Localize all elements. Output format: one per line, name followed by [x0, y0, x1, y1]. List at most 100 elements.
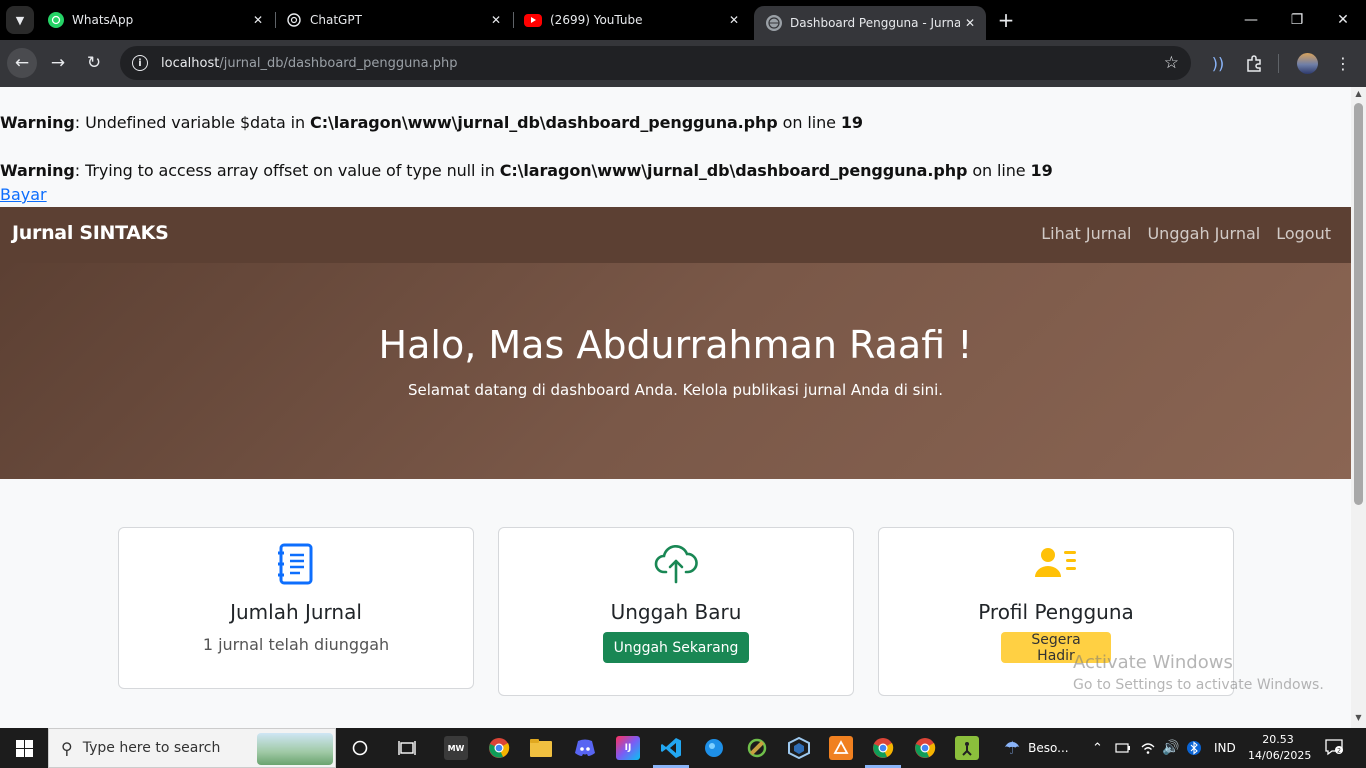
restore-button[interactable]: ❐: [1274, 0, 1320, 40]
warning-line-number: 19: [840, 113, 863, 132]
warning-message: : Undefined variable $data in: [74, 113, 311, 132]
green-figure-app-icon[interactable]: [955, 736, 979, 760]
browser-toolbar: ← → ↻ i localhost/jurnal_db/dashboard_pe…: [0, 40, 1366, 87]
chatgpt-icon: [286, 12, 302, 28]
chrome-icon[interactable]: [487, 736, 511, 760]
hero-title: Halo, Mas Abdurrahman Raafi !: [378, 323, 973, 367]
cast-icon[interactable]: )): [1207, 52, 1229, 74]
cortana-icon[interactable]: [348, 736, 372, 760]
search-icon: ⚲: [61, 738, 73, 758]
profile-avatar[interactable]: [1297, 53, 1318, 74]
tab-search-button[interactable]: ▼: [6, 6, 34, 34]
warning-path: C:\laragon\www\jurnal_db\dashboard_pengg…: [499, 161, 968, 180]
warning-on-line: on line: [967, 161, 1031, 180]
site-info-icon[interactable]: i: [132, 55, 148, 71]
tab-dashboard[interactable]: Dashboard Pengguna - Jurnal S ✕: [754, 6, 986, 40]
card-title: Jumlah Jurnal: [230, 600, 362, 624]
bluetooth-icon[interactable]: [1187, 728, 1201, 768]
card-jumlah-jurnal: Jumlah Jurnal 1 jurnal telah diunggah: [118, 527, 474, 689]
virtualbox-icon[interactable]: [787, 736, 811, 760]
site-navbar: Jurnal SINTAKS Lihat Jurnal Unggah Jurna…: [0, 207, 1351, 263]
warning-path: C:\laragon\www\jurnal_db\dashboard_pengg…: [310, 113, 778, 132]
tab-chatgpt[interactable]: ChatGPT ✕: [274, 0, 512, 40]
activate-windows-title: Activate Windows: [1073, 652, 1233, 673]
windows-logo-icon: [15, 739, 33, 757]
nav-link-logout[interactable]: Logout: [1276, 224, 1331, 243]
battery-icon[interactable]: [1115, 728, 1131, 768]
tab-title: ChatGPT: [310, 13, 362, 27]
page-scrollbar[interactable]: ▲ ▼: [1351, 87, 1366, 728]
warning-on-line: on line: [777, 113, 841, 132]
url-text[interactable]: localhost/jurnal_db/dashboard_pengguna.p…: [161, 56, 458, 71]
windows-taskbar: ⚲ Type here to search MW IJ ☂ Beso... ⌃ …: [0, 728, 1366, 768]
svg-text:2: 2: [1337, 748, 1341, 755]
mw-app-icon[interactable]: MW: [444, 736, 468, 760]
extensions-icon[interactable]: [1243, 52, 1265, 74]
blue-app-icon[interactable]: [702, 736, 726, 760]
task-view-icon[interactable]: [395, 736, 419, 760]
reload-button[interactable]: ↻: [79, 48, 109, 78]
cloud-upload-icon: [499, 542, 853, 586]
taskbar-clock[interactable]: 20.53 14/06/2025: [1248, 732, 1312, 764]
url-host: localhost: [161, 55, 220, 71]
wifi-icon[interactable]: [1140, 728, 1156, 768]
windows-start-button[interactable]: [0, 728, 48, 768]
card-title: Unggah Baru: [610, 600, 742, 624]
close-icon[interactable]: ✕: [960, 16, 980, 30]
navbar-brand[interactable]: Jurnal SINTAKS: [12, 222, 169, 244]
warning-label: Warning: [0, 161, 75, 180]
show-hidden-icons-button[interactable]: ⌃: [1092, 728, 1103, 768]
umbrella-icon: ☂: [1004, 737, 1021, 759]
close-icon[interactable]: ✕: [248, 13, 268, 27]
close-icon[interactable]: ✕: [486, 13, 506, 27]
php-warning-1: Warning: Undefined variable $data in C:\…: [0, 113, 863, 132]
card-subtitle: 1 jurnal telah diunggah: [202, 635, 390, 654]
forward-button[interactable]: →: [43, 48, 73, 78]
card-title: Profil Pengguna: [978, 600, 1134, 624]
url-path: /jurnal_db/dashboard_pengguna.php: [219, 55, 458, 71]
scrollbar-thumb[interactable]: [1354, 103, 1363, 505]
language-indicator[interactable]: IND: [1214, 728, 1236, 768]
weather-widget[interactable]: ☂ Beso...: [1004, 728, 1069, 768]
window-close-button[interactable]: ✕: [1320, 0, 1366, 40]
tab-title: WhatsApp: [72, 13, 134, 27]
vscode-icon[interactable]: [659, 736, 683, 760]
file-explorer-icon[interactable]: [529, 736, 553, 760]
warning-message: : Trying to access array offset on value…: [74, 161, 500, 180]
user-profile-icon: [879, 542, 1233, 586]
notification-center-icon[interactable]: 2: [1324, 738, 1344, 758]
scroll-down-arrow[interactable]: ▼: [1354, 713, 1363, 722]
warning-label: Warning: [0, 113, 75, 132]
activate-windows-subtitle: Go to Settings to activate Windows.: [1073, 677, 1324, 693]
chrome-profile-icon[interactable]: [871, 736, 895, 760]
bayar-link[interactable]: Bayar: [0, 185, 47, 204]
minimize-button[interactable]: —: [1228, 0, 1274, 40]
nav-link-unggah-jurnal[interactable]: Unggah Jurnal: [1147, 224, 1260, 243]
green-tool-icon[interactable]: [745, 736, 769, 760]
menu-kebab-icon[interactable]: ⋮: [1332, 52, 1354, 74]
orange-app-icon[interactable]: [829, 736, 853, 760]
chrome-secondary-icon[interactable]: [913, 736, 937, 760]
whatsapp-icon: [48, 12, 64, 28]
new-tab-button[interactable]: +: [994, 8, 1018, 32]
volume-icon[interactable]: 🔊: [1162, 728, 1179, 768]
scroll-up-arrow[interactable]: ▲: [1354, 89, 1363, 98]
unggah-sekarang-button[interactable]: Unggah Sekarang: [603, 632, 749, 663]
navbar-links: Lihat Jurnal Unggah Jurnal Logout: [1041, 224, 1331, 243]
back-button[interactable]: ←: [7, 48, 37, 78]
search-placeholder: Type here to search: [82, 740, 221, 756]
bookmark-star-icon[interactable]: ☆: [1164, 53, 1179, 73]
tab-whatsapp[interactable]: WhatsApp ✕: [36, 0, 274, 40]
nav-link-lihat-jurnal[interactable]: Lihat Jurnal: [1041, 224, 1131, 243]
discord-icon[interactable]: [573, 736, 597, 760]
address-bar[interactable]: i localhost/jurnal_db/dashboard_pengguna…: [120, 46, 1191, 80]
tab-youtube[interactable]: (2699) YouTube ✕: [512, 0, 750, 40]
journal-icon: [119, 542, 473, 586]
hero-subtitle: Selamat datang di dashboard Anda. Kelola…: [407, 381, 944, 399]
intellij-icon[interactable]: IJ: [616, 736, 640, 760]
clock-date: 14/06/2025: [1248, 749, 1312, 762]
hero-banner: Halo, Mas Abdurrahman Raafi ! Selamat da…: [0, 263, 1351, 479]
close-icon[interactable]: ✕: [724, 13, 744, 27]
globe-icon: [766, 15, 782, 31]
taskbar-search-box[interactable]: ⚲ Type here to search: [48, 728, 336, 768]
